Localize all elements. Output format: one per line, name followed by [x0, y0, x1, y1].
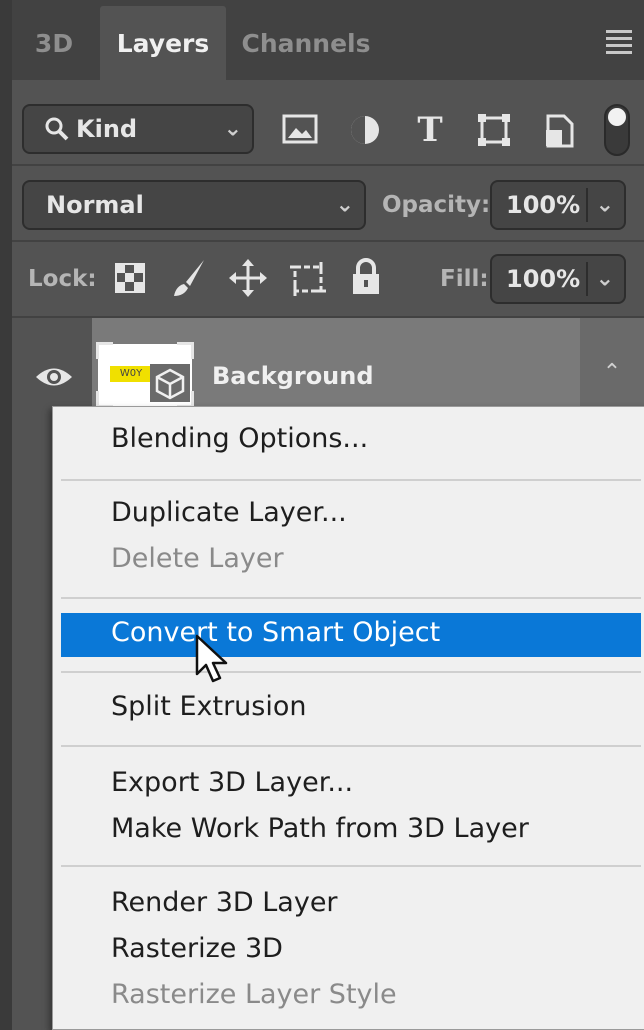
menu-item-render-3d-layer[interactable]: Render 3D Layer: [111, 887, 338, 918]
divider: [12, 240, 644, 242]
prevent-auto-nesting-icon[interactable]: [288, 260, 328, 298]
tab-layers[interactable]: Layers: [100, 6, 226, 80]
layer-context-menu: Blending Options... Duplicate Layer... D…: [52, 406, 644, 1030]
lock-label: Lock:: [28, 266, 97, 292]
menu-item-rasterize-layer-style: Rasterize Layer Style: [111, 979, 397, 1010]
menu-item-blending-options[interactable]: Blending Options...: [111, 423, 368, 454]
menu-item-rasterize-3d[interactable]: Rasterize 3D: [111, 933, 283, 964]
search-icon: [45, 117, 69, 141]
opacity-label: Opacity:: [382, 192, 491, 218]
panel-menu-icon[interactable]: [606, 30, 632, 58]
eye-visibility-icon[interactable]: [34, 364, 74, 390]
filter-kind-select[interactable]: Kind ⌄: [22, 104, 254, 154]
lock-image-pixels-icon[interactable]: [170, 258, 208, 298]
menu-separator: [61, 671, 641, 673]
lock-all-icon[interactable]: [350, 258, 382, 296]
panel-tab-bar: 3D Layers Channels: [0, 0, 644, 1030]
mouse-cursor-icon: [195, 634, 228, 683]
layer-name[interactable]: Background: [212, 362, 374, 390]
tab-3d[interactable]: 3D: [22, 6, 86, 80]
opacity-input[interactable]: 100% ⌄: [490, 180, 626, 230]
shape-layer-filter-icon[interactable]: [476, 112, 512, 148]
blend-mode-label: Normal: [46, 191, 144, 219]
smart-object-filter-icon[interactable]: [542, 112, 576, 150]
menu-item-delete-layer: Delete Layer: [111, 543, 284, 574]
lock-position-icon[interactable]: [228, 258, 268, 298]
blend-mode-select[interactable]: Normal ⌄: [22, 180, 366, 230]
menu-separator: [61, 745, 641, 747]
pixel-layer-filter-icon[interactable]: [282, 114, 318, 144]
divider: [12, 164, 644, 166]
fill-label: Fill:: [440, 266, 489, 292]
menu-item-export-3d-layer[interactable]: Export 3D Layer...: [111, 767, 353, 798]
type-layer-filter-icon[interactable]: T: [412, 110, 448, 150]
menu-item-make-work-path[interactable]: Make Work Path from 3D Layer: [111, 813, 529, 844]
thumbnail-preview-text: W0Y: [110, 366, 152, 382]
fill-input[interactable]: 100% ⌄: [490, 254, 626, 304]
menu-item-duplicate-layer[interactable]: Duplicate Layer...: [111, 497, 347, 528]
fill-value: 100%: [506, 265, 581, 293]
menu-separator: [61, 479, 641, 481]
chevron-up-icon[interactable]: ⌃: [580, 360, 644, 385]
filter-kind-label: Kind: [76, 115, 138, 143]
menu-item-split-extrusion[interactable]: Split Extrusion: [111, 691, 307, 722]
lock-transparent-pixels-icon[interactable]: [114, 262, 146, 294]
chevron-down-icon[interactable]: ⌄: [596, 267, 614, 292]
chevron-down-icon[interactable]: ⌄: [596, 193, 614, 218]
menu-item-convert-to-smart-object[interactable]: Convert to Smart Object: [111, 617, 440, 648]
adjustment-layer-filter-icon[interactable]: [348, 113, 382, 147]
menu-separator: [61, 597, 641, 599]
filter-toggle-switch[interactable]: [604, 104, 630, 156]
opacity-value: 100%: [506, 191, 581, 219]
menu-separator: [61, 865, 641, 867]
chevron-down-icon: ⌄: [223, 116, 242, 142]
tab-channels[interactable]: Channels: [234, 6, 378, 80]
chevron-down-icon: ⌄: [335, 192, 354, 218]
3d-layer-badge-icon: [150, 364, 190, 402]
panel-left-edge: [0, 0, 12, 1030]
